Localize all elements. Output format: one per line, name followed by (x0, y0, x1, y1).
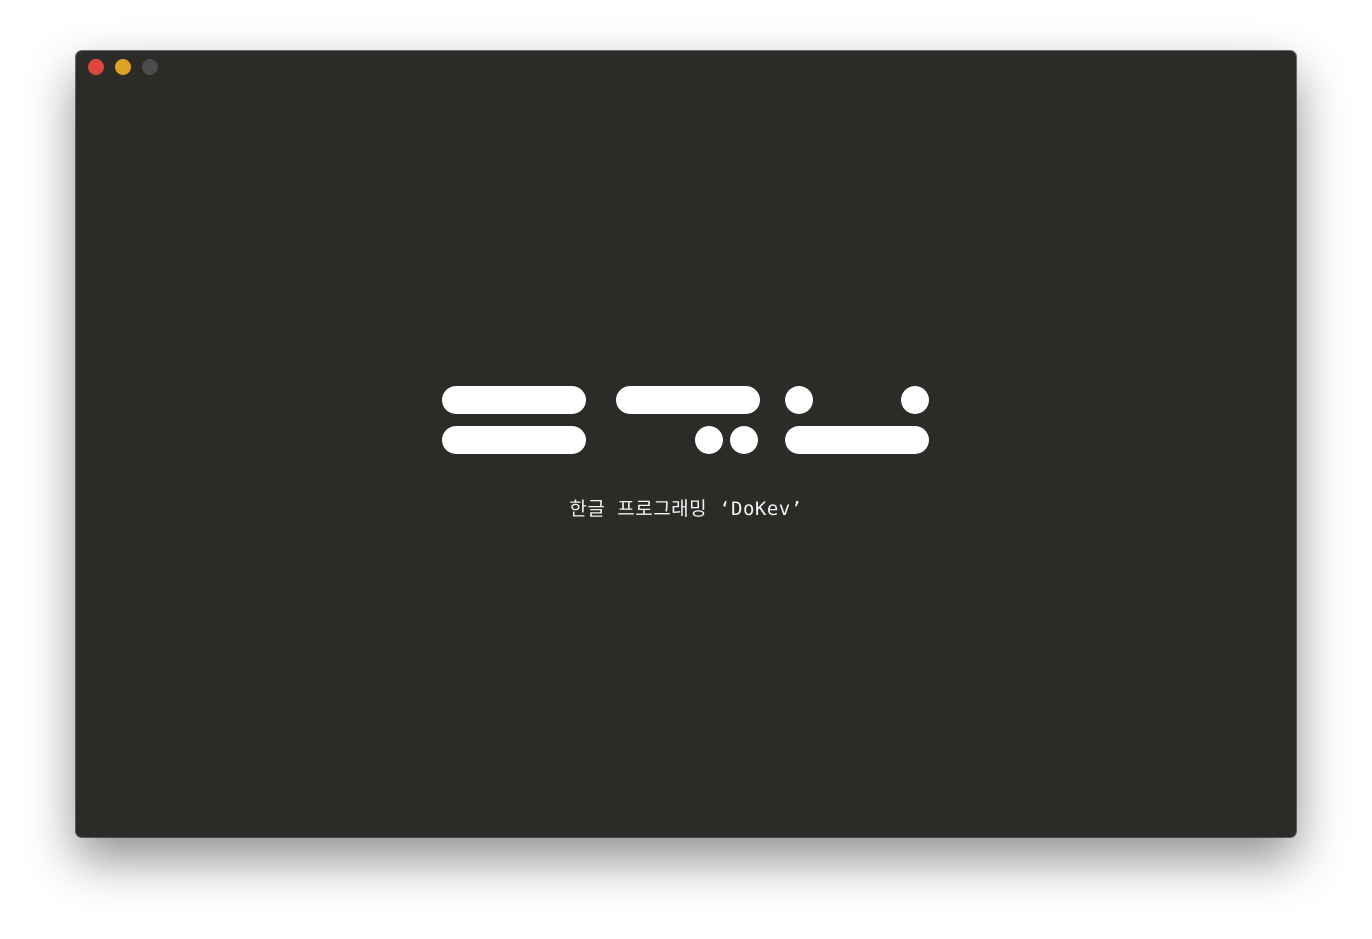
app-window: 한글 프로그래밍 ‘DoKev’ (76, 51, 1296, 837)
logo-bar (785, 426, 929, 454)
logo-dot (785, 386, 813, 414)
logo-bar (616, 386, 760, 414)
close-button[interactable] (88, 59, 104, 75)
logo-dot (730, 426, 758, 454)
logo-bar (442, 426, 586, 454)
zoom-button[interactable] (142, 59, 158, 75)
logo-bar (442, 386, 586, 414)
app-subtitle: 한글 프로그래밍 ‘DoKev’ (569, 498, 803, 520)
logo-dot (901, 386, 929, 414)
logo-dot (695, 426, 723, 454)
window-controls (88, 59, 158, 75)
minimize-button[interactable] (115, 59, 131, 75)
dokev-logo-icon (76, 51, 1296, 837)
